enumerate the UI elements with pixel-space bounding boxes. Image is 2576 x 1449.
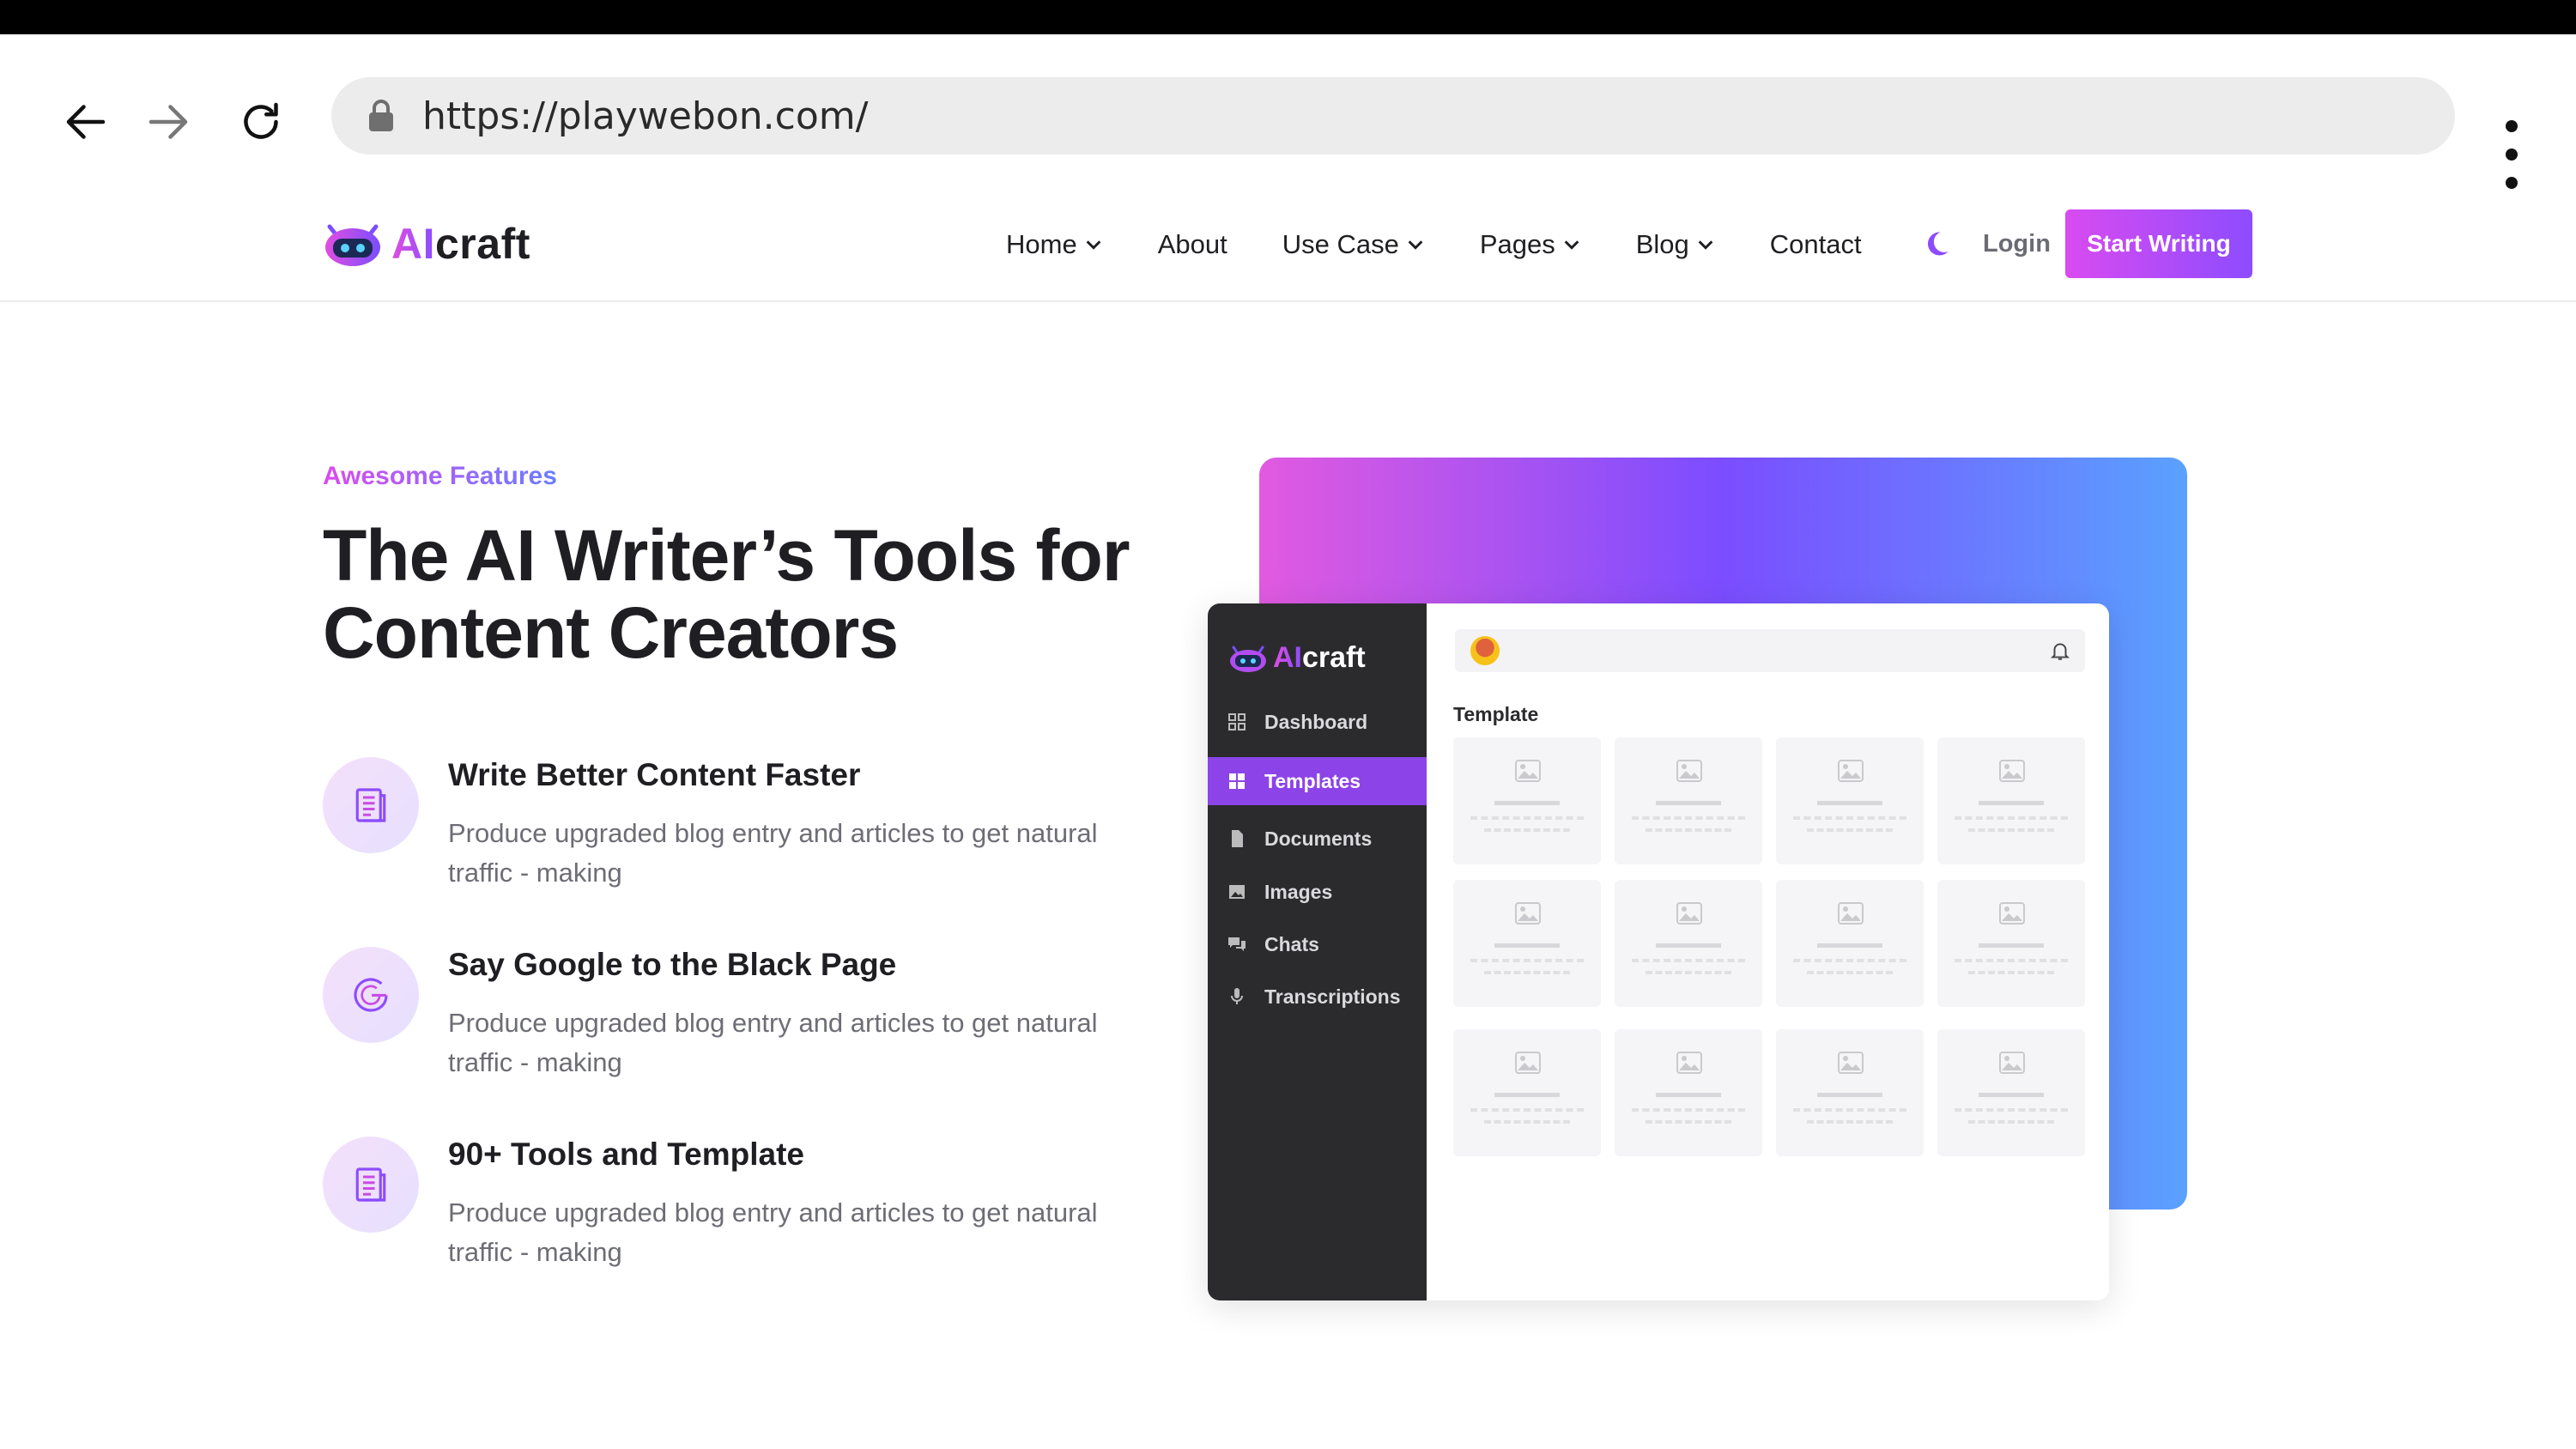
back-button[interactable] (52, 88, 120, 156)
image-placeholder-icon (1676, 760, 1702, 782)
mockup-sidebar: AIcraft Dashboard Templates Documents Im… (1208, 603, 1427, 1300)
feature-description: Produce upgraded blog entry and articles… (448, 818, 1098, 888)
robot-mascot-icon (1230, 646, 1266, 672)
section-eyebrow: Awesome Features (323, 462, 557, 490)
nav-item-pages[interactable]: Pages (1480, 229, 1581, 260)
browser-toolbar: https://playwebon.com/ (0, 34, 2576, 197)
feature-item: 90+ Tools and Template Produce upgraded … (323, 1137, 1147, 1308)
template-tile (1776, 737, 1924, 864)
feature-icon-badge (323, 757, 419, 853)
feature-icon-badge (323, 947, 419, 1043)
feature-item: Write Better Content Faster Produce upgr… (323, 757, 1147, 929)
chat-icon (1228, 937, 1246, 951)
template-tile (1615, 1029, 1762, 1156)
microphone-icon (1231, 988, 1243, 1004)
address-bar[interactable]: https://playwebon.com/ (331, 77, 2455, 155)
mockup-logo: AIcraft (1228, 641, 1366, 675)
chevron-down-icon (1564, 240, 1579, 250)
brand-name: AIcraft (391, 220, 530, 268)
image-placeholder-icon (1515, 1052, 1541, 1074)
app-mockup: AIcraft Dashboard Templates Documents Im… (1208, 603, 2109, 1300)
template-tile (1615, 880, 1762, 1007)
dark-mode-toggle-icon[interactable] (1921, 228, 1952, 259)
feature-description: Produce upgraded blog entry and articles… (448, 1197, 1098, 1267)
template-tile (1776, 880, 1924, 1007)
feature-icon-badge (323, 1137, 419, 1233)
nav-item-use-case[interactable]: Use Case (1282, 229, 1425, 260)
mockup-section-label: Template (1453, 703, 1539, 725)
feature-title: 90+ Tools and Template (448, 1137, 804, 1172)
template-tile (1937, 880, 2085, 1007)
template-tile (1776, 1029, 1924, 1156)
google-icon (354, 978, 388, 1012)
templates-icon (1229, 773, 1245, 789)
lock-icon (369, 100, 393, 131)
mockup-nav-templates: Templates (1208, 757, 1427, 805)
reload-button[interactable] (227, 88, 295, 156)
image-placeholder-icon (1676, 1052, 1702, 1074)
login-link[interactable]: Login (1983, 230, 2051, 258)
image-placeholder-icon (1999, 1052, 2025, 1074)
nav-item-about[interactable]: About (1158, 229, 1227, 260)
template-tile (1453, 737, 1601, 864)
mockup-nav-images: Images (1208, 868, 1427, 916)
image-placeholder-icon (1676, 902, 1702, 925)
bell-icon (2050, 643, 2070, 660)
kebab-dot (2506, 177, 2518, 189)
section-headline: The AI Writer’s Tools for Content Creato… (323, 515, 1130, 673)
browser-menu-button[interactable] (2493, 120, 2531, 189)
reload-icon (244, 102, 278, 139)
system-status-bar (0, 0, 2576, 34)
main-navigation: Home About Use Case Pages Blog Contact (1006, 223, 1917, 266)
chevron-down-icon (1698, 240, 1713, 250)
robot-mascot-icon (325, 224, 380, 266)
start-writing-button[interactable]: Start Writing (2065, 209, 2252, 278)
image-placeholder-icon (1515, 760, 1541, 782)
feature-title: Write Better Content Faster (448, 757, 861, 792)
site-logo[interactable]: AIcraft (323, 218, 530, 270)
file-icon (1232, 830, 1243, 847)
chevron-down-icon (1086, 240, 1101, 250)
image-icon (1229, 885, 1245, 899)
image-placeholder-icon (1999, 902, 2025, 925)
arrow-right-icon (148, 105, 188, 139)
nav-item-home[interactable]: Home (1006, 229, 1103, 260)
template-tile (1937, 1029, 2085, 1156)
nav-item-contact[interactable]: Contact (1770, 229, 1862, 260)
arrow-left-icon (66, 105, 106, 139)
chevron-down-icon (1408, 240, 1423, 250)
document-icon (355, 788, 386, 822)
mockup-avatar (1470, 636, 1500, 665)
template-tile (1937, 737, 2085, 864)
template-tile (1615, 737, 1762, 864)
template-tile (1453, 880, 1601, 1007)
grid-icon (1228, 713, 1246, 731)
mockup-topbar (1455, 629, 2085, 672)
mockup-nav-documents: Documents (1208, 815, 1427, 863)
mockup-nav-chats: Chats (1208, 920, 1427, 968)
kebab-dot (2506, 149, 2518, 161)
kebab-dot (2506, 120, 2518, 132)
mockup-nav-transcriptions: Transcriptions (1208, 973, 1427, 1021)
document-icon (355, 1167, 386, 1202)
image-placeholder-icon (1838, 1052, 1864, 1074)
feature-item: Say Google to the Black Page Produce upg… (323, 947, 1147, 1119)
feature-description: Produce upgraded blog entry and articles… (448, 1008, 1098, 1077)
mockup-brand-name: AIcraft (1273, 641, 1366, 674)
nav-item-blog[interactable]: Blog (1636, 229, 1715, 260)
url-text: https://playwebon.com/ (422, 94, 869, 138)
template-tile (1453, 1029, 1601, 1156)
image-placeholder-icon (1838, 902, 1864, 925)
image-placeholder-icon (1515, 902, 1541, 925)
feature-title: Say Google to the Black Page (448, 947, 897, 982)
image-placeholder-icon (1999, 760, 2025, 782)
mockup-nav-dashboard: Dashboard (1208, 698, 1427, 746)
image-placeholder-icon (1838, 760, 1864, 782)
forward-button[interactable] (134, 88, 203, 156)
site-header: AIcraft Home About Use Case Pages Blog C… (0, 197, 2576, 302)
